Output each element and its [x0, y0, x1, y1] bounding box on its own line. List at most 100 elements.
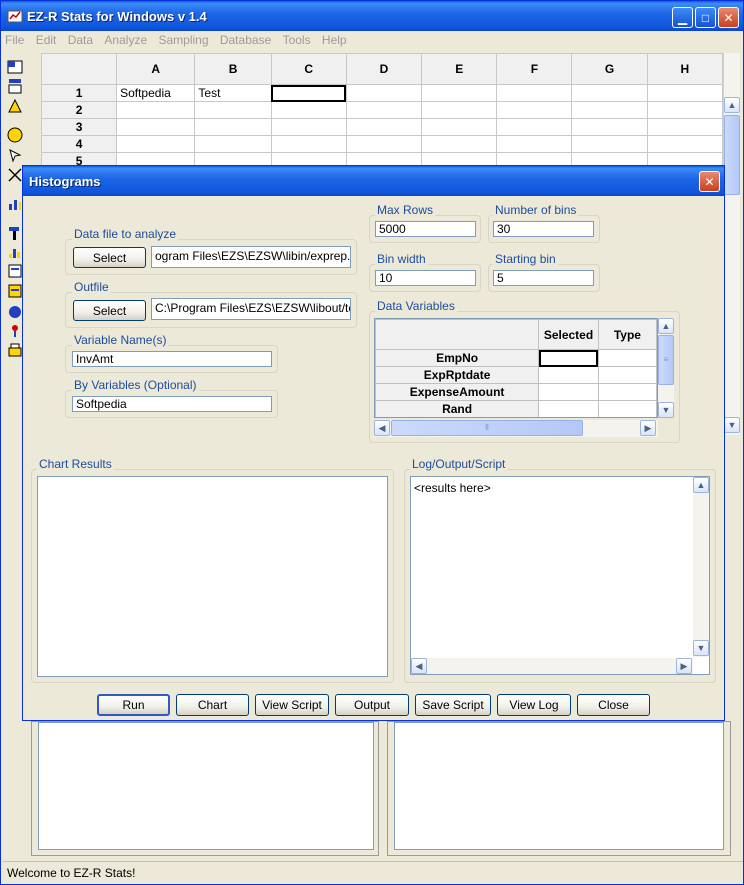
menu-data[interactable]: Data [64, 31, 97, 47]
column-header[interactable]: A [116, 53, 196, 85]
view-log-button[interactable]: View Log [497, 694, 571, 716]
menu-help[interactable]: Help [318, 31, 351, 47]
grid-cell[interactable] [194, 101, 272, 119]
pin-icon[interactable] [7, 323, 23, 339]
minimize-button[interactable]: ▁ [672, 7, 693, 28]
vars-scroll-left-icon[interactable]: ◀ [374, 420, 390, 436]
grid-cell[interactable] [421, 135, 498, 153]
grid-cell[interactable] [571, 152, 648, 165]
grid-cell[interactable]: Test [194, 84, 272, 102]
grid-cell[interactable] [270, 135, 347, 153]
chart-yellow-icon[interactable] [7, 98, 23, 114]
row-header[interactable]: 1 [41, 84, 118, 102]
vars-scroll-thumb[interactable]: ≡ [658, 335, 674, 385]
report-icon[interactable] [7, 263, 23, 279]
scroll-up-icon[interactable]: ▲ [724, 97, 740, 113]
dialog-close-button[interactable]: ✕ [699, 171, 720, 192]
grid-cell[interactable] [496, 101, 573, 119]
grid-cell[interactable] [194, 135, 272, 153]
column-header[interactable]: H [646, 53, 723, 85]
grid-cell[interactable] [194, 118, 272, 136]
grid-cell[interactable] [571, 101, 648, 119]
grid-cell[interactable] [646, 135, 723, 153]
column-header[interactable]: B [194, 53, 272, 85]
grid-cell[interactable] [496, 118, 573, 136]
list-icon[interactable] [7, 283, 23, 299]
log-vertical-scrollbar[interactable]: ▲ ▼ [693, 477, 709, 657]
outfile-input[interactable]: C:\Program Files\EZS\EZSW\libout/test [151, 298, 351, 320]
grid-cell-selected[interactable] [270, 84, 347, 102]
row-header[interactable]: 5 [41, 152, 118, 165]
save-script-button[interactable]: Save Script [415, 694, 491, 716]
bar-chart-icon[interactable] [7, 196, 23, 212]
variable-selected-cell[interactable] [538, 383, 599, 401]
bin-width-input[interactable]: 10 [375, 270, 476, 286]
select-data-file-button[interactable]: Select [73, 247, 146, 268]
menu-analyze[interactable]: Analyze [100, 31, 151, 47]
grid-cell[interactable] [270, 118, 347, 136]
variable-selected-cell[interactable] [538, 366, 599, 384]
main-title-bar[interactable]: EZ-R Stats for Windows v 1.4 ▁ □ ✕ [1, 1, 743, 31]
grid-cell[interactable] [496, 152, 573, 165]
select-outfile-button[interactable]: Select [73, 300, 146, 321]
log-horizontal-scrollbar[interactable]: ◀ ▶ [411, 658, 693, 674]
grid-cell[interactable] [116, 101, 196, 119]
variable-row-label[interactable]: ExpenseAmount [375, 383, 540, 401]
variable-selected-cell[interactable] [538, 349, 599, 367]
by-variables-input[interactable]: Softpedia [72, 396, 272, 412]
column-header[interactable]: G [571, 53, 648, 85]
menu-database[interactable]: Database [216, 31, 275, 47]
dialog-title-bar[interactable]: Histograms ✕ [23, 166, 724, 196]
variable-names-input[interactable]: InvAmt [72, 351, 272, 367]
vars-scroll-right-icon[interactable]: ▶ [640, 420, 656, 436]
maximize-button[interactable]: □ [695, 7, 716, 28]
number-of-bins-input[interactable]: 30 [493, 221, 594, 237]
grid-cell[interactable] [116, 118, 196, 136]
grid-vertical-scrollbar[interactable]: ▲ ▼ [723, 53, 740, 435]
data-file-input[interactable]: ogram Files\EZS\EZSW\libin/exprep.tab [151, 246, 351, 268]
variable-row-label[interactable]: Rand [375, 400, 540, 417]
hammer-icon[interactable] [7, 225, 23, 241]
run-button[interactable]: Run [97, 694, 170, 716]
grid-cell[interactable] [116, 152, 196, 165]
log-scroll-left-icon[interactable]: ◀ [411, 658, 427, 674]
selected-column-header[interactable]: Selected [538, 319, 599, 350]
log-scroll-right-icon[interactable]: ▶ [676, 658, 692, 674]
variable-type-cell[interactable] [597, 366, 657, 384]
vars-horizontal-scrollbar[interactable]: ◀ ⦀ ▶ [374, 420, 658, 437]
table-icon[interactable] [7, 59, 23, 75]
grid-cell[interactable] [496, 84, 573, 102]
column-header[interactable]: F [496, 53, 573, 85]
grid-cell[interactable] [345, 101, 423, 119]
chart-button[interactable]: Chart [176, 694, 249, 716]
log-scroll-down-icon[interactable]: ▼ [693, 640, 709, 656]
row-header[interactable]: 2 [41, 101, 118, 119]
vars-scroll-down-icon[interactable]: ▼ [658, 402, 674, 418]
log-scroll-up-icon[interactable]: ▲ [693, 477, 709, 493]
column-header[interactable]: C [270, 53, 347, 85]
vars-scroll-up-icon[interactable]: ▲ [658, 318, 674, 334]
grid-cell[interactable] [646, 118, 723, 136]
stack-icon[interactable] [7, 342, 23, 358]
grid-cell[interactable] [496, 135, 573, 153]
variable-type-cell[interactable] [597, 383, 657, 401]
menu-file[interactable]: File [1, 31, 28, 47]
menu-tools[interactable]: Tools [279, 31, 315, 47]
grid-cell[interactable] [421, 152, 498, 165]
menu-sampling[interactable]: Sampling [154, 31, 212, 47]
grid-cell[interactable]: Softpedia [116, 84, 196, 102]
pointer-icon[interactable] [7, 147, 23, 163]
row-header[interactable]: 4 [41, 135, 118, 153]
variable-row-label[interactable]: EmpNo [375, 349, 540, 367]
histogram-icon[interactable] [7, 244, 23, 260]
grid-cell[interactable] [345, 152, 423, 165]
grid-cell[interactable] [270, 152, 347, 165]
log-output-textarea[interactable]: <results here> ▲ ▼ ◀ ▶ [410, 476, 710, 675]
apple-icon[interactable] [7, 303, 23, 319]
column-header[interactable]: D [345, 53, 423, 85]
menu-edit[interactable]: Edit [32, 31, 61, 47]
grid-cell[interactable] [571, 118, 648, 136]
grid-cell[interactable] [646, 101, 723, 119]
grid-cell[interactable] [194, 152, 272, 165]
variable-type-cell[interactable] [597, 400, 657, 417]
